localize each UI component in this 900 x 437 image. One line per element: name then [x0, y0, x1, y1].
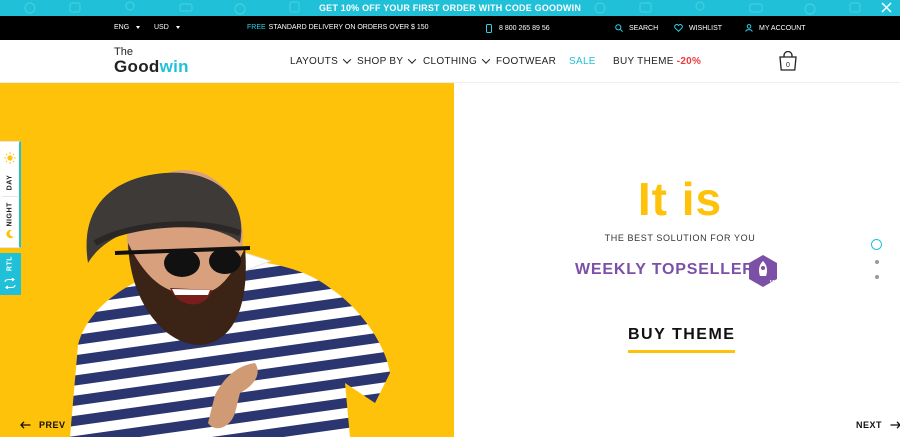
promo-text: GET 10% OFF YOUR FIRST ORDER WITH CODE G… — [318, 3, 582, 13]
currency-select[interactable]: USD — [154, 24, 180, 31]
heart-icon — [674, 24, 683, 32]
prev-button[interactable]: PREV — [20, 420, 66, 430]
nav-clothing[interactable]: CLOTHING — [423, 54, 491, 67]
moon-icon[interactable] — [5, 229, 15, 239]
hero-subtitle: THE BEST SOLUTION FOR YOU — [604, 233, 756, 243]
logo[interactable]: The Goodwin — [114, 47, 189, 76]
hero-content — [454, 83, 900, 437]
arrow-right-icon — [890, 421, 900, 429]
hero-photo — [70, 170, 390, 437]
slide-dot[interactable] — [875, 275, 879, 279]
chevron-down-icon — [481, 54, 491, 64]
svg-text:W: W — [770, 280, 777, 287]
wishlist-link[interactable]: WISHLIST — [674, 24, 722, 32]
account-link[interactable]: MY ACCOUNT — [745, 24, 806, 32]
search-link[interactable]: SEARCH — [615, 24, 658, 32]
cart-button[interactable]: 0 — [778, 50, 798, 76]
nav-layouts[interactable]: LAYOUTS — [290, 54, 352, 67]
phone[interactable]: 8 800 265 89 56 — [486, 24, 550, 33]
nav-footwear[interactable]: FOOTWEAR — [496, 56, 556, 67]
day-label[interactable]: DAY — [7, 174, 14, 192]
user-icon — [745, 24, 753, 32]
theme-switcher: DAY NIGHT — [0, 141, 21, 248]
chevron-down-icon — [408, 54, 417, 64]
wishlist-label: WISHLIST — [689, 24, 723, 32]
nav-footwear-label: FOOTWEAR — [496, 56, 557, 67]
delivery-notice: FREE STANDARD DELIVERY ON ORDERS OVER $ … — [247, 24, 429, 31]
language-value: ENG — [114, 24, 130, 31]
cart-count: 0 — [786, 62, 790, 69]
logo-good: Good — [114, 57, 160, 76]
hero-image — [0, 83, 454, 437]
next-button[interactable]: NEXT — [856, 420, 900, 430]
nav-buy-theme[interactable]: BUY THEME -20% — [613, 56, 701, 67]
logo-line2: Goodwin — [114, 58, 189, 75]
logo-win: win — [159, 57, 189, 76]
currency-value: USD — [154, 24, 169, 31]
swap-arrows-icon — [4, 278, 16, 289]
slide-dot[interactable] — [875, 260, 879, 264]
caret-down-icon — [136, 26, 141, 29]
search-icon — [615, 24, 623, 32]
delivery-free: FREE — [247, 24, 266, 31]
nav-layouts-label: LAYOUTS — [290, 56, 339, 67]
promo-bar: GET 10% OFF YOUR FIRST ORDER WITH CODE G… — [0, 0, 900, 16]
top-bar: ENG USD FREE STANDARD DELIVERY ON ORDERS… — [0, 16, 900, 40]
slide-dot-active[interactable] — [871, 239, 882, 250]
shopping-bag-icon: 0 — [779, 50, 797, 71]
rocket-badge-icon: W — [749, 255, 777, 287]
sun-icon[interactable] — [4, 152, 16, 164]
search-label: SEARCH — [629, 24, 659, 32]
hero-headline: It is — [637, 173, 723, 225]
account-label: MY ACCOUNT — [759, 24, 806, 32]
nav-shop-by-label: SHOP BY — [357, 56, 404, 67]
buy-theme-button[interactable]: BUY THEME — [628, 326, 736, 353]
discount-badge: -20% — [676, 56, 702, 67]
nav-shop-by[interactable]: SHOP BY — [357, 54, 417, 67]
close-icon[interactable] — [881, 2, 892, 13]
nav-sale-label: SALE — [569, 56, 596, 67]
topseller-text: WEEKLY TOPSELLER — [575, 261, 755, 278]
arrow-left-icon — [20, 421, 31, 429]
phone-number: 8 800 265 89 56 — [499, 25, 550, 32]
rtl-label: RTL — [6, 255, 14, 272]
language-select[interactable]: ENG — [114, 24, 141, 31]
chevron-down-icon — [342, 54, 352, 64]
next-label: NEXT — [856, 420, 883, 430]
phone-icon — [486, 24, 492, 33]
nav-buy-theme-label: BUY THEME — [613, 56, 674, 67]
divider — [2, 196, 18, 197]
night-label[interactable]: NIGHT — [7, 202, 14, 226]
main-header: The Goodwin LAYOUTS SHOP BY CLOTHING FOO… — [0, 40, 900, 83]
rtl-switcher[interactable]: RTL — [0, 253, 21, 295]
prev-label: PREV — [39, 420, 66, 430]
nav-clothing-label: CLOTHING — [423, 56, 478, 67]
caret-down-icon — [175, 26, 180, 29]
nav-sale[interactable]: SALE — [569, 56, 596, 67]
delivery-text: STANDARD DELIVERY ON ORDERS OVER $ 150 — [268, 24, 429, 31]
